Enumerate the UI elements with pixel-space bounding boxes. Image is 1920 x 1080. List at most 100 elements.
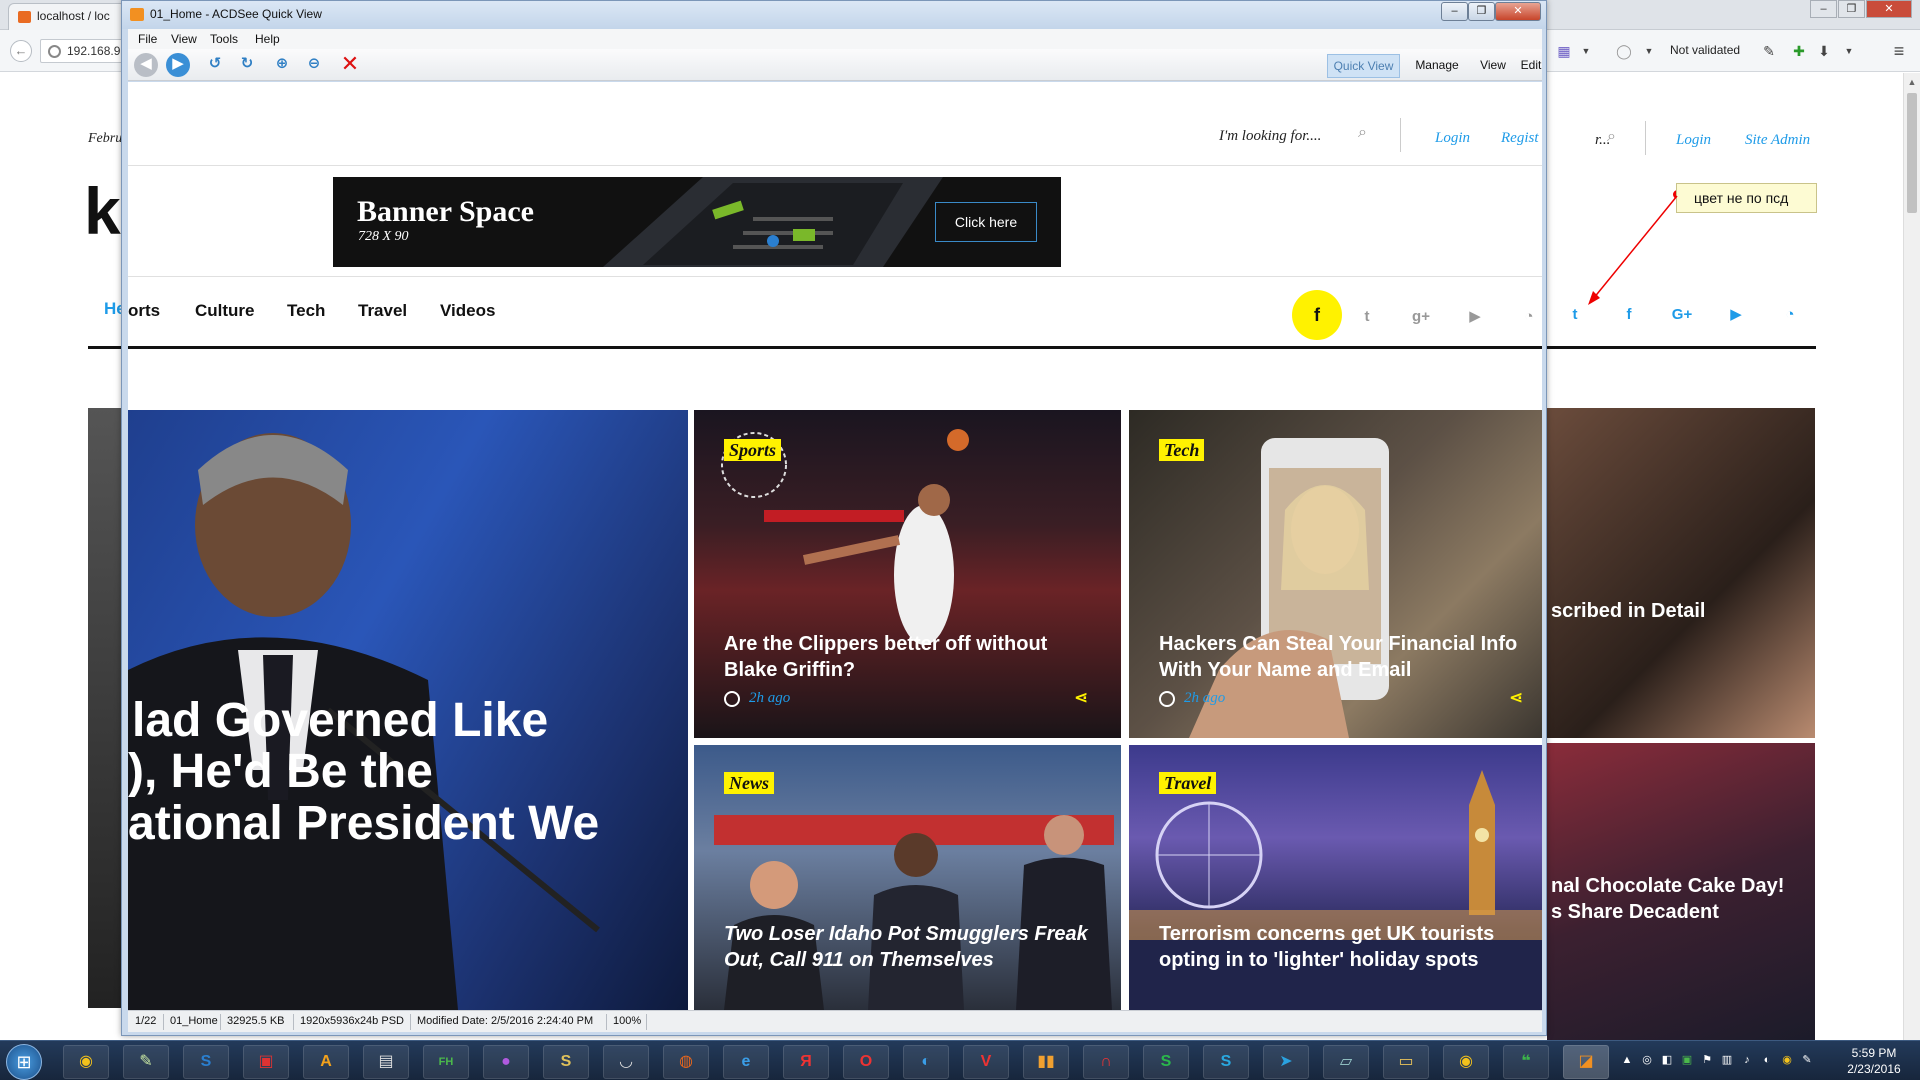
maximize-button[interactable]: ❐: [1468, 2, 1495, 21]
yandex-icon[interactable]: Я: [783, 1045, 829, 1079]
zoom-out-icon[interactable]: ⊖: [302, 53, 326, 77]
annotation-text: цвет не по псд: [1694, 190, 1789, 206]
tray-arrow-icon[interactable]: ▲: [1620, 1053, 1634, 1067]
volume-icon[interactable]: ♪: [1740, 1053, 1754, 1067]
maximize-button[interactable]: ❐: [1838, 0, 1865, 18]
share-icon: ⋖: [1509, 688, 1524, 707]
skype-icon[interactable]: S: [1203, 1045, 1249, 1079]
network-icon[interactable]: ▥: [1720, 1053, 1734, 1067]
mask-icon[interactable]: ◡: [603, 1045, 649, 1079]
chevron-down-icon[interactable]: ▼: [1840, 42, 1858, 60]
login-link[interactable]: Login: [1676, 132, 1711, 149]
folder-icon[interactable]: ▭: [1383, 1045, 1429, 1079]
menu-help[interactable]: Help: [255, 32, 280, 46]
page-scrollbar[interactable]: ▲: [1903, 73, 1920, 1040]
site-admin-link[interactable]: Site Admin: [1745, 132, 1810, 149]
zoom-in-icon[interactable]: ⊕: [270, 53, 294, 77]
extension-icon[interactable]: ✚: [1790, 42, 1808, 60]
close-button[interactable]: ✕: [1495, 2, 1541, 21]
article-tile-right-top[interactable]: scribed in Detail: [1547, 408, 1815, 738]
orb-icon[interactable]: ●: [483, 1045, 529, 1079]
menu-file[interactable]: File: [138, 32, 157, 46]
app-green-s-icon[interactable]: S: [1143, 1045, 1189, 1079]
app-s-icon[interactable]: S: [183, 1045, 229, 1079]
mode-manage[interactable]: Manage: [1405, 54, 1469, 78]
app-s2-icon[interactable]: S: [543, 1045, 589, 1079]
tile-time: 2h ago: [749, 690, 791, 706]
youtube-icon[interactable]: ▶: [1724, 303, 1748, 327]
telegram-icon[interactable]: ➤: [1263, 1045, 1309, 1079]
browser-extensions: ▦ ▼ ◯ ▼ Not validated ✎ ✚ ⬇ ▼ ≡: [1545, 38, 1920, 64]
minimize-button[interactable]: –: [1441, 2, 1468, 21]
mode-edit[interactable]: Edit: [1516, 54, 1546, 78]
browser-tab[interactable]: localhost / loc: [8, 3, 126, 30]
status-dimensions: 1920x5936x24b PSD: [300, 1015, 404, 1027]
rss-icon[interactable]: ◔: [1778, 303, 1802, 327]
tray-app3-icon[interactable]: ◐: [1760, 1053, 1774, 1067]
share-icon: ⋖: [1074, 688, 1089, 707]
close-button[interactable]: ✕: [1866, 0, 1912, 18]
internet-explorer-icon[interactable]: e: [723, 1045, 769, 1079]
facebook-icon[interactable]: f: [1617, 303, 1641, 327]
tile-title-line-2: Out, Call 911 on Themselves: [724, 949, 994, 971]
firefox-icon[interactable]: ◍: [663, 1045, 709, 1079]
chrome-icon[interactable]: ◉: [63, 1045, 109, 1079]
app-a-icon[interactable]: A: [303, 1045, 349, 1079]
tile-title-line-1: nal Chocolate Cake Day!: [1551, 875, 1785, 897]
nav-top-divider: [128, 276, 1542, 277]
opera-icon[interactable]: O: [843, 1045, 889, 1079]
chevron-down-icon[interactable]: ▼: [1640, 42, 1658, 60]
download-icon[interactable]: ⬇: [1815, 42, 1833, 60]
circle-icon[interactable]: ◯: [1615, 42, 1633, 60]
app-arch-icon[interactable]: ∩: [1083, 1045, 1129, 1079]
acdsee-title-bar: 01_Home - ACDSee Quick View – ❐ ✕: [122, 1, 1546, 29]
freehand-icon[interactable]: FH: [423, 1045, 469, 1079]
edge-icon[interactable]: ◐: [903, 1045, 949, 1079]
app-bars-icon[interactable]: ▮▮: [1023, 1045, 1069, 1079]
next-icon[interactable]: ▶: [166, 53, 190, 77]
mode-quick-view[interactable]: Quick View: [1327, 54, 1400, 78]
tray-pen-icon[interactable]: ✎: [1800, 1053, 1814, 1067]
acdsee-taskbar-icon[interactable]: ◪: [1563, 1045, 1609, 1079]
tile-title-line-2: With Your Name and Email: [1159, 659, 1412, 681]
menu-tools[interactable]: Tools: [210, 32, 238, 46]
chrome-icon-2[interactable]: ◉: [1443, 1045, 1489, 1079]
menu-view[interactable]: View: [171, 32, 197, 46]
image-viewport[interactable]: I'm looking for.... ⌕ Login Regist Banne…: [128, 82, 1542, 1010]
nav-bottom-bar: [128, 346, 1542, 349]
annotation-arrow: [1588, 195, 1678, 305]
tray-green-icon[interactable]: ▣: [1680, 1053, 1694, 1067]
delete-icon[interactable]: ✕: [338, 53, 362, 77]
cards-icon[interactable]: ▱: [1323, 1045, 1369, 1079]
back-icon[interactable]: ←: [10, 40, 32, 62]
rotate-left-icon[interactable]: ↺: [203, 53, 227, 77]
tray-app-icon[interactable]: ◎: [1640, 1053, 1654, 1067]
rss-icon: ◔: [1524, 308, 1534, 325]
tray-flag-icon[interactable]: ⚑: [1700, 1053, 1714, 1067]
search-icon[interactable]: ⌕: [1607, 128, 1616, 146]
tray-clock[interactable]: 5:59 PM 2/23/2016: [1832, 1045, 1916, 1077]
google-plus-icon[interactable]: G+: [1670, 303, 1694, 327]
check-icon[interactable]: ✎: [1760, 42, 1778, 60]
tray-app2-icon[interactable]: ◧: [1660, 1053, 1674, 1067]
tray-chrome-icon[interactable]: ◉: [1780, 1053, 1794, 1067]
minimize-button[interactable]: –: [1810, 0, 1837, 18]
floppy-icon[interactable]: ▣: [243, 1045, 289, 1079]
calculator-icon[interactable]: ▤: [363, 1045, 409, 1079]
hangouts-icon[interactable]: ❝: [1503, 1045, 1549, 1079]
vivaldi-icon[interactable]: V: [963, 1045, 1009, 1079]
grid-icon[interactable]: ▦: [1555, 42, 1573, 60]
twitter-icon[interactable]: t: [1563, 303, 1587, 327]
scroll-thumb[interactable]: [1907, 93, 1917, 213]
notepad-icon[interactable]: ✎: [123, 1045, 169, 1079]
rotate-right-icon[interactable]: ↻: [235, 53, 259, 77]
scroll-up-icon[interactable]: ▲: [1907, 77, 1917, 87]
chevron-down-icon[interactable]: ▼: [1577, 42, 1595, 60]
previous-icon[interactable]: ◀: [134, 53, 158, 77]
banner-title: Banner Space: [357, 195, 534, 228]
menu-icon[interactable]: ≡: [1890, 42, 1908, 60]
start-button[interactable]: ⊞: [6, 1044, 42, 1080]
mode-view[interactable]: View: [1473, 54, 1513, 78]
register-link: Regist: [1501, 130, 1539, 146]
article-tile-right-bottom[interactable]: nal Chocolate Cake Day! s Share Decadent: [1547, 743, 1815, 1040]
